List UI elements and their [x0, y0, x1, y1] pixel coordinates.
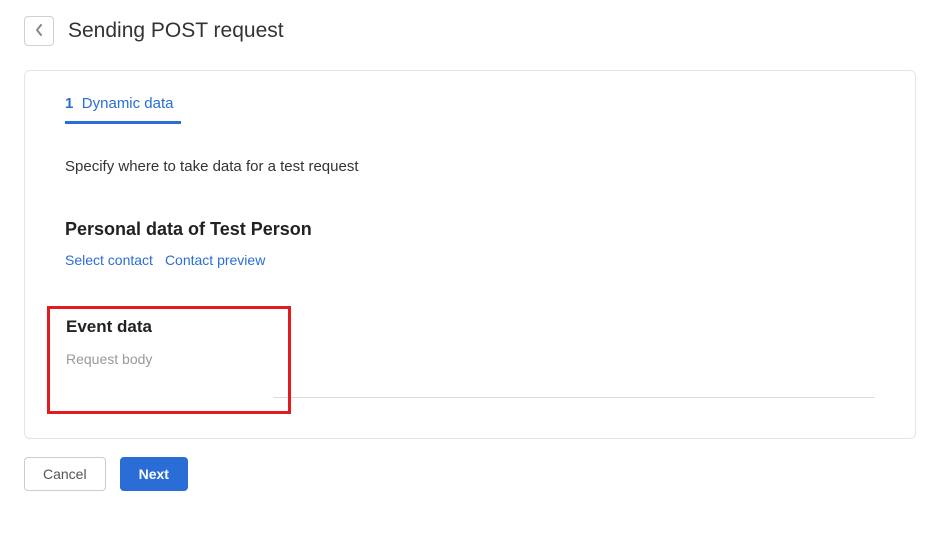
event-data-highlight: Event data Request body: [47, 306, 291, 414]
wizard-tabs: 1 Dynamic data: [65, 95, 875, 124]
next-button[interactable]: Next: [120, 457, 188, 491]
page-title: Sending POST request: [68, 19, 284, 43]
tab-label: Dynamic data: [82, 95, 174, 112]
header: Sending POST request: [24, 16, 916, 46]
select-contact-link[interactable]: Select contact: [65, 252, 153, 268]
request-body-input[interactable]: Request body: [66, 351, 272, 397]
personal-data-heading: Personal data of Test Person: [65, 219, 875, 240]
personal-data-section: Personal data of Test Person Select cont…: [65, 219, 875, 268]
personal-data-links: Select contact Contact preview: [65, 252, 875, 268]
wizard-card: 1 Dynamic data Specify where to take dat…: [24, 70, 916, 439]
event-data-heading: Event data: [66, 317, 272, 337]
wizard-footer: Cancel Next: [24, 457, 916, 491]
tab-dynamic-data[interactable]: 1 Dynamic data: [65, 95, 181, 124]
input-underline: [273, 397, 875, 398]
chevron-left-icon: [35, 24, 43, 39]
cancel-button[interactable]: Cancel: [24, 457, 106, 491]
event-data-section: Event data Request body: [47, 306, 875, 398]
tab-number: 1: [65, 95, 73, 112]
instruction-text: Specify where to take data for a test re…: [65, 158, 875, 175]
back-button[interactable]: [24, 16, 54, 46]
contact-preview-link[interactable]: Contact preview: [165, 252, 265, 268]
